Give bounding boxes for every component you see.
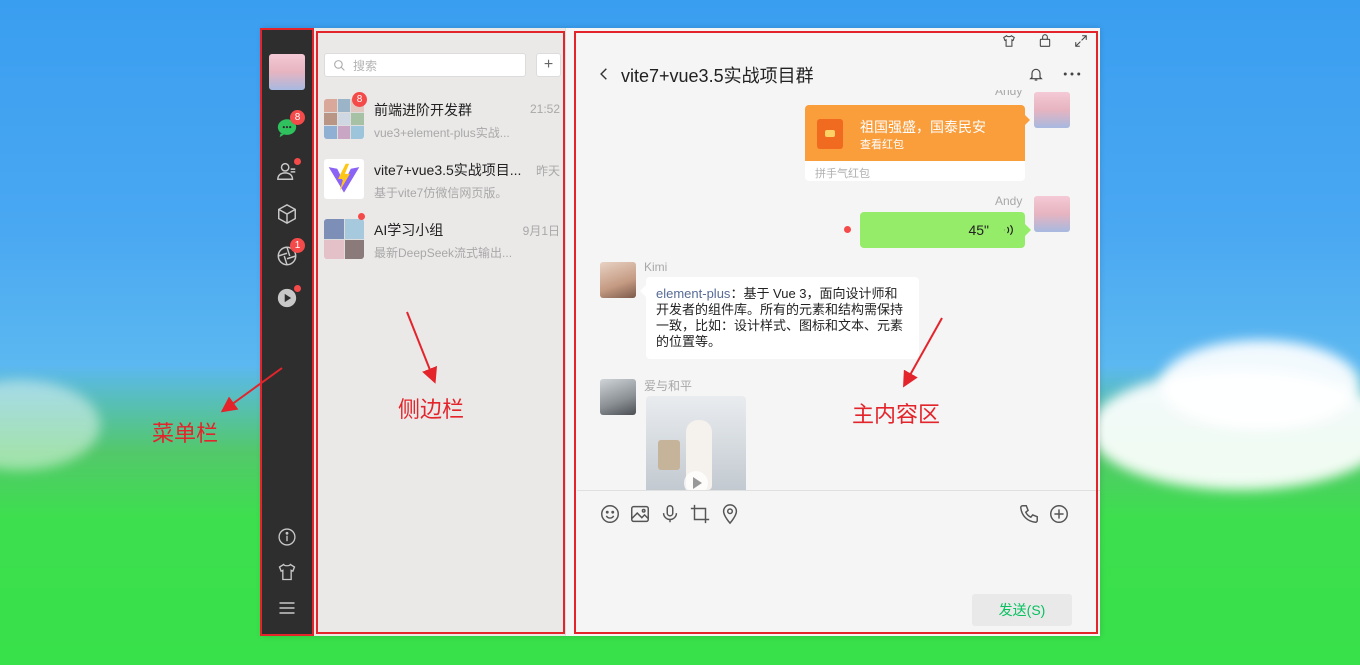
- annotation-arrows: [220, 311, 943, 413]
- sidebar-annotation: 侧边栏: [398, 398, 465, 423]
- main-annotation: 主内容区: [852, 403, 941, 428]
- menubar-annotation: 菜单栏: [152, 422, 219, 447]
